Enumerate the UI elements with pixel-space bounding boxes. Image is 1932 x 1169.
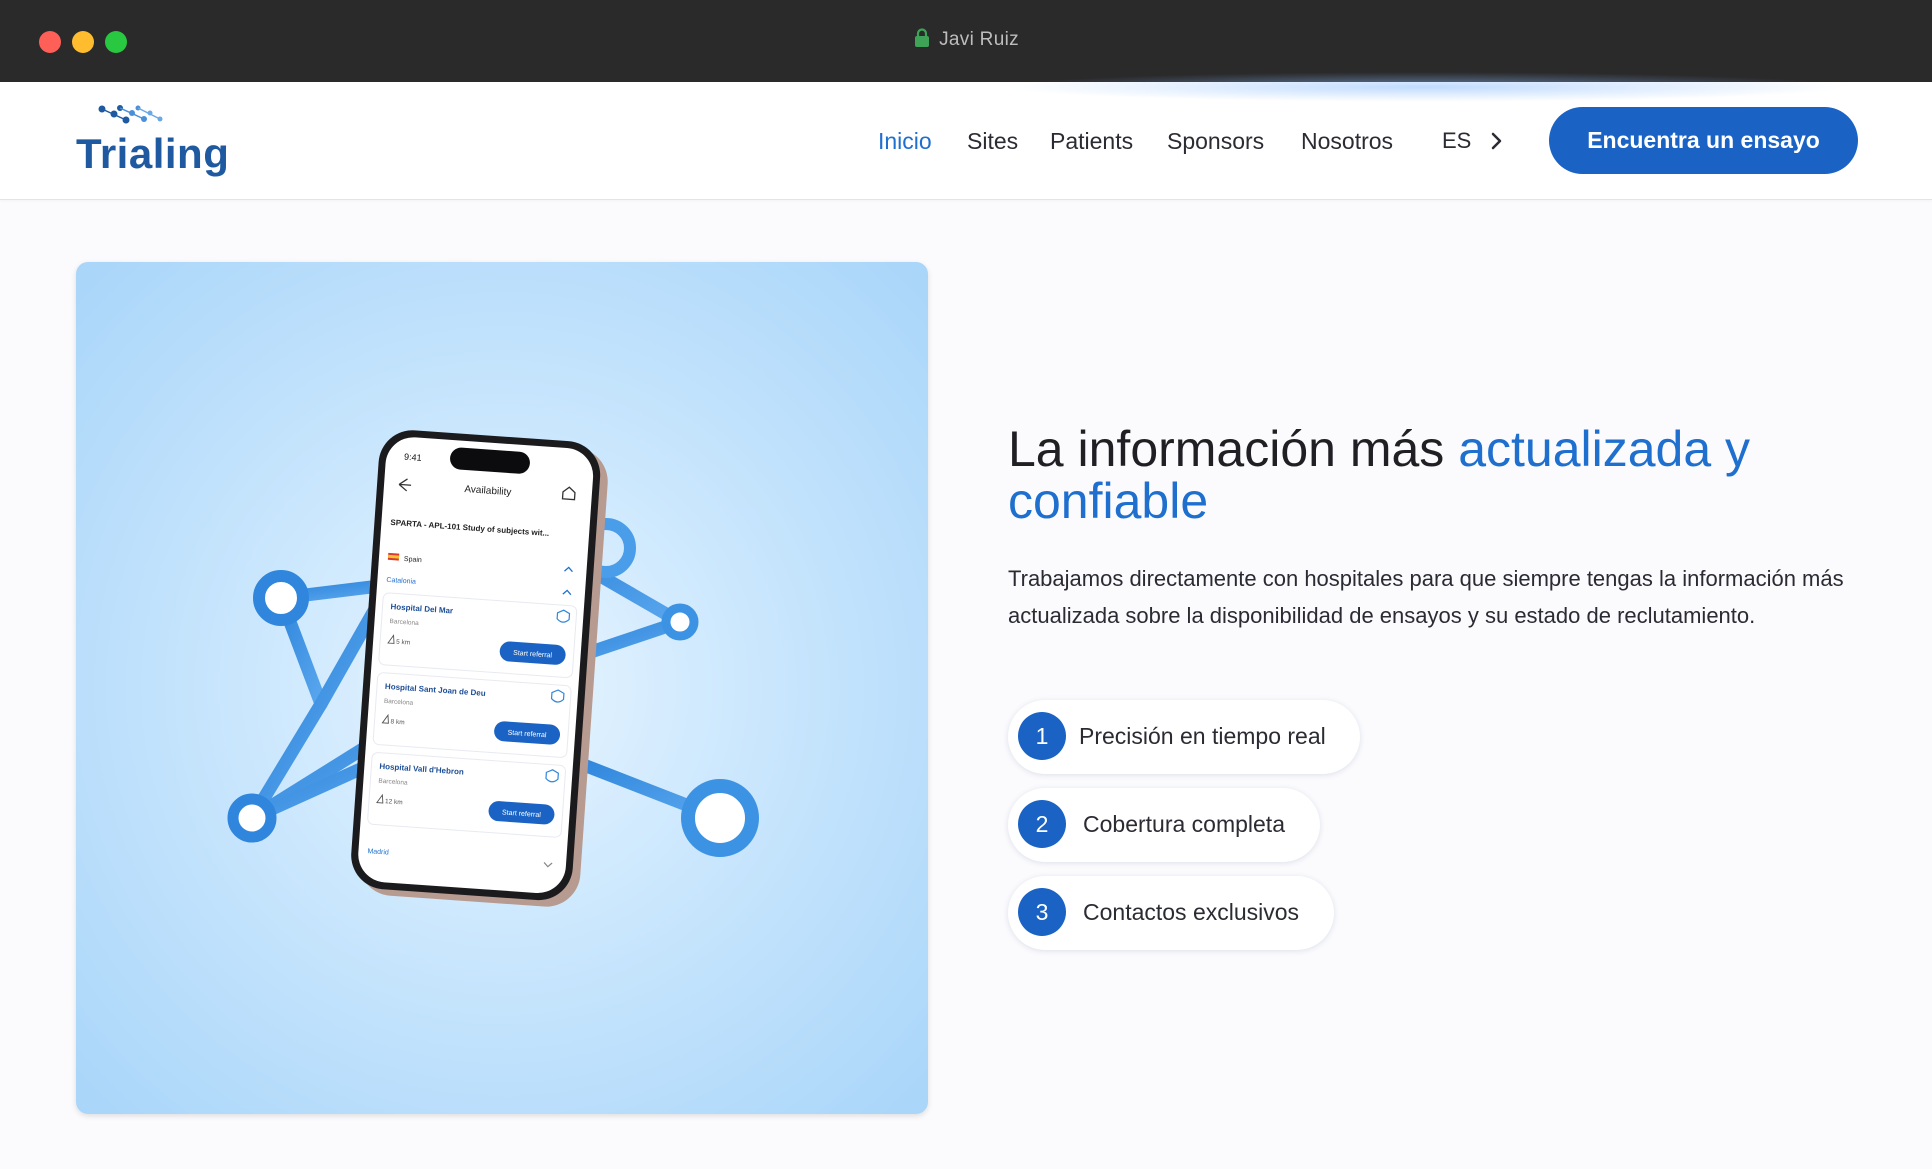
window-titlebar: Javi Ruiz (0, 0, 1932, 82)
headline-plain: La información más (1008, 421, 1459, 477)
feature-label-2: Cobertura completa (1083, 811, 1285, 837)
hero-illustration: 9:41 Availability SPARTA - APL-101 Study… (76, 262, 928, 1114)
phone-mockup: 9:41 Availability SPARTA - APL-101 Study… (351, 430, 608, 907)
lock-icon (915, 28, 930, 47)
window-title-text: Javi Ruiz (939, 29, 1019, 50)
language-selector[interactable]: ES (1442, 128, 1471, 154)
feature-number-3: 3 (1018, 888, 1066, 936)
find-trial-button[interactable]: Encuentra un ensayo (1549, 107, 1858, 174)
nav-inicio[interactable]: Inicio (878, 128, 932, 155)
phone-country: Spain (404, 556, 422, 564)
hero-headline: La información más actualizada y confiab… (1008, 423, 1888, 527)
feature-label-1: Precisión en tiempo real (1079, 723, 1326, 749)
svg-text:5 km: 5 km (396, 639, 411, 647)
feature-number-1: 1 (1018, 712, 1066, 760)
header-glow (1000, 72, 1850, 102)
chevron-right-icon[interactable] (1490, 130, 1504, 152)
phone-next-region: Madrid (367, 848, 389, 856)
phone-hospital-card-3: Hospital Vall d'Hebron Barcelona 12 km S… (367, 752, 566, 838)
feature-pill-2: 2 Cobertura completa (1008, 788, 1320, 862)
feature-number-2: 2 (1018, 800, 1066, 848)
phone-hospital-card-2: Hospital Sant Joan de Deu Barcelona 8 km… (372, 672, 572, 758)
nav-sponsors[interactable]: Sponsors (1167, 128, 1264, 155)
logo[interactable]: Trialing (76, 104, 229, 178)
hero-description: Trabajamos directamente con hospitales p… (1008, 566, 1844, 628)
window-title: Javi Ruiz (0, 28, 1932, 51)
feature-pill-3: 3 Contactos exclusivos (1008, 876, 1334, 950)
nav-patients[interactable]: Patients (1050, 128, 1133, 155)
site-header: Trialing Inicio Sites Patients Sponsors … (0, 72, 1932, 200)
logo-text: Trialing (76, 130, 230, 177)
nav-sites[interactable]: Sites (967, 128, 1018, 155)
nav-nosotros[interactable]: Nosotros (1301, 128, 1393, 155)
network-phone-illustration: 9:41 Availability SPARTA - APL-101 Study… (227, 430, 759, 907)
phone-hospital-card-1: Hospital Del Mar Barcelona 5 km Start re… (378, 592, 578, 679)
svg-text:8 km: 8 km (390, 718, 405, 726)
feature-label-3: Contactos exclusivos (1083, 899, 1300, 925)
phone-time: 9:41 (404, 452, 422, 463)
svg-text:12 km: 12 km (385, 798, 403, 806)
feature-pill-1: 1 Precisión en tiempo real (1008, 700, 1360, 774)
